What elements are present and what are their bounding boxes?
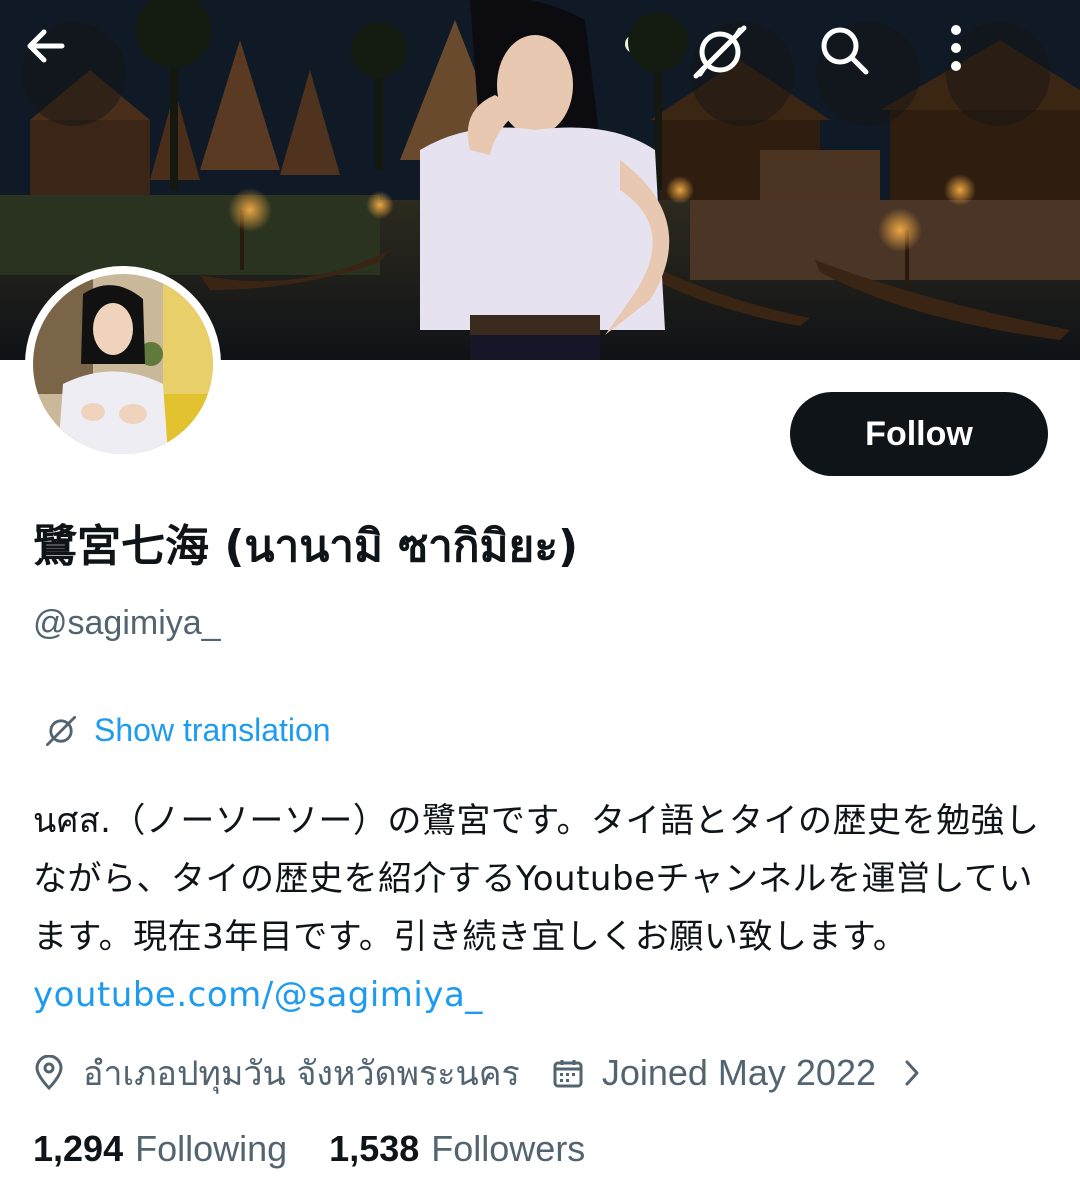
follow-counts: 1,294 Following 1,538 Followers [33, 1128, 585, 1170]
followers-count: 1,538 [329, 1128, 420, 1169]
joined-date[interactable]: Joined May 2022 [552, 1052, 922, 1094]
location-pin-icon [33, 1055, 65, 1091]
followers-link[interactable]: 1,538 Followers [329, 1128, 585, 1170]
followers-label: Followers [431, 1128, 586, 1169]
bio-youtube-link[interactable]: youtube.com/@sagimiya_ [33, 975, 483, 1015]
location: อำเภอปทุมวัน จังหวัดพระนคร [33, 1046, 520, 1100]
following-label: Following [135, 1128, 288, 1169]
chevron-right-icon [902, 1057, 922, 1089]
profile-handle: @sagimiya_ [33, 604, 221, 642]
joined-text: Joined May 2022 [601, 1052, 876, 1093]
bio-text: นศส.（ノーソーソー）の鷺宮です。タイ語とタイの歴史を勉強しながら、タイの歴史… [33, 801, 1040, 957]
profile-display-name: 鷺宮七海 (นานามิ ซากิมิยะ) [33, 521, 579, 572]
translate-icon [45, 715, 77, 746]
profile-meta: อำเภอปทุมวัน จังหวัดพระนคร Joined May 20… [33, 1046, 922, 1100]
translate-off-icon [693, 25, 747, 79]
translate-toggle-button[interactable] [690, 22, 794, 126]
following-link[interactable]: 1,294 Following [33, 1128, 287, 1170]
more-options-button[interactable] [946, 22, 1050, 126]
calendar-icon [552, 1057, 584, 1089]
back-button[interactable] [22, 22, 126, 126]
follow-button[interactable]: Follow [790, 392, 1048, 476]
search-button[interactable] [816, 22, 920, 126]
avatar-image [33, 274, 213, 454]
show-translation-link[interactable]: Show translation [44, 712, 331, 749]
profile-bio: นศส.（ノーソーソー）の鷺宮です。タイ語とタイの歴史を勉強しながら、タイの歴史… [33, 792, 1053, 1024]
show-translation-label: Show translation [94, 712, 331, 748]
following-count: 1,294 [33, 1128, 124, 1169]
more-vertical-icon [951, 25, 961, 71]
arrow-left-icon [27, 29, 65, 63]
location-text: อำเภอปทุมวัน จังหวัดพระนคร [83, 1054, 520, 1094]
profile-avatar[interactable] [25, 266, 221, 462]
search-icon [821, 27, 869, 75]
